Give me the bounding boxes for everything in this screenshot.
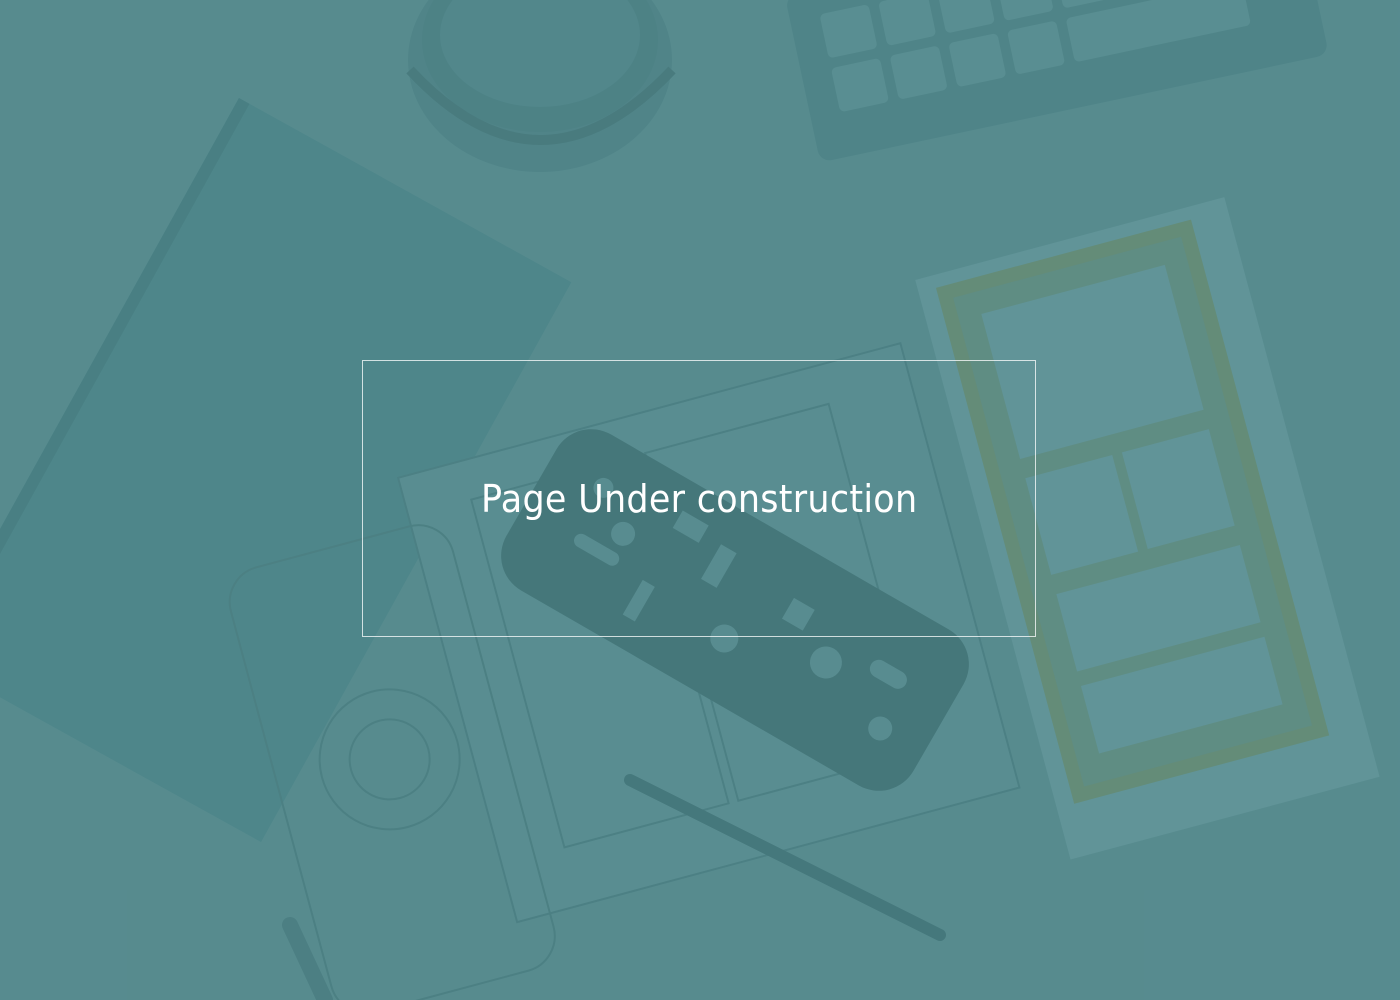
under-construction-box: Page Under construction <box>362 360 1036 637</box>
under-construction-message: Page Under construction <box>480 476 918 521</box>
